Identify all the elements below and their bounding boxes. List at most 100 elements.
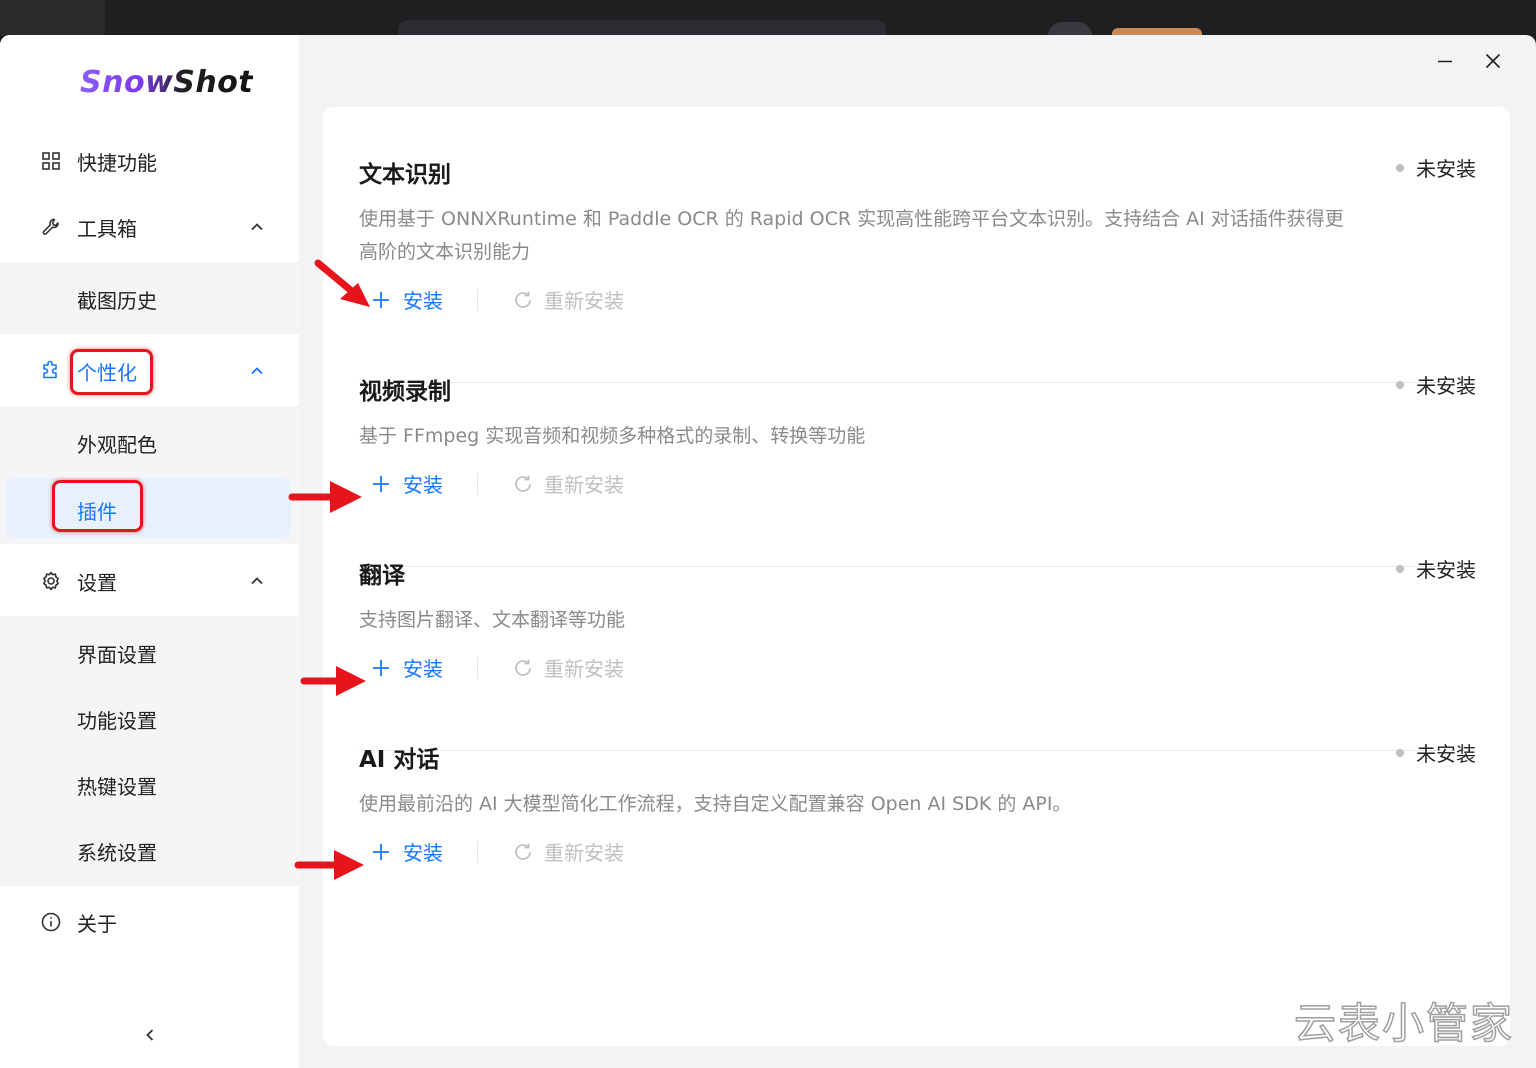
app-logo: SnowShot xyxy=(80,65,254,100)
status-badge: 未安装 xyxy=(1396,370,1476,399)
status-dot xyxy=(1396,748,1404,757)
status-dot xyxy=(1396,380,1404,389)
action-divider xyxy=(477,472,478,495)
sidebar-item-ui-settings[interactable]: 界面设置 xyxy=(0,620,299,686)
status-dot xyxy=(1396,564,1404,573)
sidebar-item-history[interactable]: 截图历史 xyxy=(0,266,299,332)
desktop-search-bar xyxy=(398,20,886,36)
sidebar-item-plugins[interactable]: 插件 xyxy=(0,478,299,544)
sidebar-item-personalization[interactable]: 个性化 xyxy=(0,338,299,404)
install-label: 安装 xyxy=(403,841,443,865)
sidebar-item-label: 插件 xyxy=(77,500,117,524)
plugin-actions: 安装 重新安装 xyxy=(359,837,624,866)
reinstall-label: 重新安装 xyxy=(544,657,624,681)
plugin-translation: 翻译 未安装 支持图片翻译、文本翻译等功能 安装 重新安装 xyxy=(359,556,1476,716)
plus-icon xyxy=(373,659,389,676)
sidebar-item-settings[interactable]: 设置 xyxy=(0,548,299,614)
plugin-description: 支持图片翻译、文本翻译等功能 xyxy=(359,609,626,631)
plugin-ai-chat: AI 对话 未安装 使用最前沿的 AI 大模型简化工作流程，支持自定义配置兼容 … xyxy=(359,740,1476,900)
plugin-description: 使用最前沿的 AI 大模型简化工作流程，支持自定义配置兼容 Open AI SD… xyxy=(359,793,1072,815)
action-divider xyxy=(477,288,478,311)
sidebar-item-tools[interactable]: 工具箱 xyxy=(0,194,299,260)
info-icon xyxy=(40,911,62,933)
chevron-up-icon[interactable] xyxy=(246,360,268,382)
sidebar-item-label: 截图历史 xyxy=(77,288,157,313)
sidebar-item-system-settings[interactable]: 系统设置 xyxy=(0,818,299,884)
install-button[interactable]: 安装 xyxy=(359,653,443,682)
sidebar-item-function-settings[interactable]: 功能设置 xyxy=(0,686,299,752)
sidebar-item-about[interactable]: 关于 xyxy=(0,889,299,955)
reinstall-button[interactable]: 重新安装 xyxy=(512,285,624,314)
status-text: 未安装 xyxy=(1416,558,1476,582)
chevron-up-icon[interactable] xyxy=(246,216,268,238)
plugin-video-recording: 视频录制 未安装 基于 FFmpeg 实现音频和视频多种格式的录制、转换等功能 … xyxy=(359,372,1476,532)
sidebar: SnowShot 快捷功能 工具箱 截图历史 个性化 外观配色 插件 设置 界面… xyxy=(0,35,299,1068)
action-divider xyxy=(477,656,478,679)
wrench-icon xyxy=(40,216,62,238)
sidebar-item-appearance[interactable]: 外观配色 xyxy=(0,410,299,476)
install-button[interactable]: 安装 xyxy=(359,837,443,866)
grid-icon xyxy=(40,150,62,172)
refresh-icon xyxy=(515,475,531,492)
sidebar-item-label: 设置 xyxy=(77,570,117,595)
status-text: 未安装 xyxy=(1416,374,1476,398)
install-button[interactable]: 安装 xyxy=(359,469,443,498)
status-text: 未安装 xyxy=(1416,157,1476,181)
sidebar-item-label: 工具箱 xyxy=(77,216,137,241)
sidebar-item-label: 个性化 xyxy=(77,360,137,385)
plugin-title: 翻译 xyxy=(359,563,405,589)
reinstall-label: 重新安装 xyxy=(544,289,624,313)
install-label: 安装 xyxy=(403,657,443,681)
plugin-ocr: 文本识别 未安装 使用基于 ONNXRuntime 和 Paddle OCR 的… xyxy=(359,155,1476,355)
sidebar-item-label: 系统设置 xyxy=(77,840,157,865)
status-badge: 未安装 xyxy=(1396,554,1476,583)
sidebar-item-label: 关于 xyxy=(77,911,117,936)
chevron-left-icon[interactable] xyxy=(138,1023,162,1047)
puzzle-icon xyxy=(40,360,62,382)
reinstall-label: 重新安装 xyxy=(544,473,624,497)
plugin-title: AI 对话 xyxy=(359,747,440,773)
reinstall-button[interactable]: 重新安装 xyxy=(512,653,624,682)
sidebar-item-quick[interactable]: 快捷功能 xyxy=(0,128,299,194)
sidebar-item-hotkey-settings[interactable]: 热键设置 xyxy=(0,752,299,818)
status-badge: 未安装 xyxy=(1396,738,1476,767)
app-window: SnowShot 快捷功能 工具箱 截图历史 个性化 外观配色 插件 设置 界面… xyxy=(0,35,1536,1068)
desktop-avatar xyxy=(1048,22,1092,36)
sidebar-item-label: 外观配色 xyxy=(77,432,157,457)
plugin-actions: 安装 重新安装 xyxy=(359,285,624,314)
sidebar-item-label: 功能设置 xyxy=(77,708,157,733)
desktop-background xyxy=(0,0,1536,36)
watermark: 云表小管家 xyxy=(1293,998,1515,1049)
reinstall-label: 重新安装 xyxy=(544,841,624,865)
plugin-title: 文本识别 xyxy=(359,162,451,188)
reinstall-button[interactable]: 重新安装 xyxy=(512,837,624,866)
plugin-description: 基于 FFmpeg 实现音频和视频多种格式的录制、转换等功能 xyxy=(359,425,866,447)
reinstall-button[interactable]: 重新安装 xyxy=(512,469,624,498)
action-divider xyxy=(477,840,478,863)
plugin-title: 视频录制 xyxy=(359,379,451,405)
plugin-actions: 安装 重新安装 xyxy=(359,469,624,498)
sidebar-item-label: 快捷功能 xyxy=(77,150,157,175)
refresh-icon xyxy=(515,291,531,308)
refresh-icon xyxy=(515,843,531,860)
install-button[interactable]: 安装 xyxy=(359,285,443,314)
plus-icon xyxy=(373,843,389,860)
chevron-up-icon[interactable] xyxy=(246,570,268,592)
active-indicator xyxy=(6,478,291,538)
sidebar-item-label: 热键设置 xyxy=(77,774,157,799)
plugins-card: 文本识别 未安装 使用基于 ONNXRuntime 和 Paddle OCR 的… xyxy=(323,107,1510,1046)
sidebar-item-label: 界面设置 xyxy=(77,642,157,667)
close-icon[interactable] xyxy=(1481,49,1505,73)
status-dot xyxy=(1396,163,1404,172)
plus-icon xyxy=(373,475,389,492)
gear-icon xyxy=(40,570,62,592)
status-badge: 未安装 xyxy=(1396,153,1476,182)
install-label: 安装 xyxy=(403,473,443,497)
plugin-actions: 安装 重新安装 xyxy=(359,653,624,682)
plus-icon xyxy=(373,291,389,308)
minimize-icon[interactable] xyxy=(1433,49,1457,73)
desktop-taskbar-item xyxy=(0,0,105,36)
install-label: 安装 xyxy=(403,289,443,313)
status-text: 未安装 xyxy=(1416,742,1476,766)
plugin-description: 使用基于 ONNXRuntime 和 Paddle OCR 的 Rapid OC… xyxy=(359,208,1344,263)
